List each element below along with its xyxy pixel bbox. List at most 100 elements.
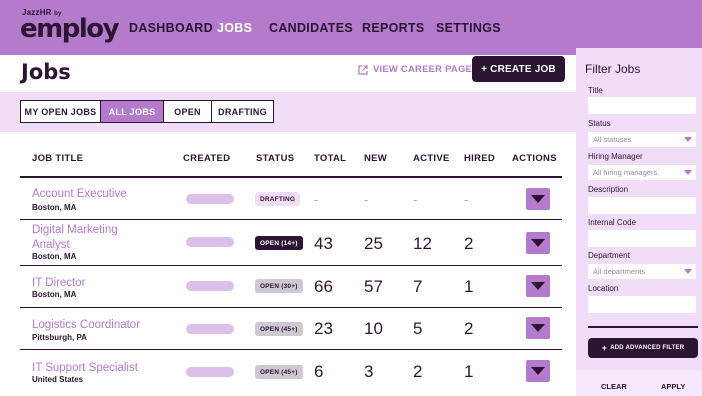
- created-date-placeholder: [186, 324, 234, 334]
- new-count: 10: [364, 319, 383, 338]
- actions-dropdown-button[interactable]: [526, 360, 550, 382]
- job-location: United States: [32, 375, 84, 384]
- filter-title-input[interactable]: [588, 97, 696, 114]
- job-title-link[interactable]: Logistics Coordinator: [32, 318, 140, 333]
- nav-candidates[interactable]: CANDIDATES: [269, 21, 353, 35]
- actions-dropdown-button[interactable]: [526, 275, 550, 297]
- column-total[interactable]: TOTAL: [314, 153, 346, 164]
- advanced-filter-label: ADD ADVANCED FILTER: [610, 345, 685, 351]
- filter-label-location: Location: [588, 284, 619, 293]
- actions-dropdown-button[interactable]: [526, 188, 550, 210]
- filter-label-title: Title: [588, 86, 603, 95]
- nav-jobs[interactable]: JOBS: [217, 21, 252, 35]
- tab-open[interactable]: OPEN: [164, 101, 212, 122]
- filter-location-input[interactable]: [588, 296, 696, 313]
- tab-all-jobs[interactable]: ALL JOBS: [101, 101, 164, 122]
- active-count: 12: [413, 234, 432, 253]
- top-navbar: JazzHR by employ DASHBOARD JOBS CANDIDAT…: [0, 0, 702, 55]
- filter-internal-code-input[interactable]: [588, 230, 696, 247]
- column-new[interactable]: NEW: [364, 153, 387, 164]
- hired-count: 2: [464, 234, 474, 253]
- filter-title: Filter Jobs: [585, 62, 641, 76]
- external-link-icon: [358, 64, 368, 75]
- created-date-placeholder: [186, 367, 234, 377]
- filter-hiring-manager-select[interactable]: All hiring managers: [588, 165, 696, 180]
- status-badge: OPEN (30+): [255, 279, 303, 293]
- filter-department-select[interactable]: All departments: [588, 264, 696, 279]
- chevron-down-icon: [684, 269, 692, 274]
- new-count: 3: [364, 362, 374, 381]
- hired-count: 2: [464, 319, 474, 338]
- clear-filters-button[interactable]: CLEAR: [601, 382, 627, 391]
- nav-settings[interactable]: SETTINGS: [436, 21, 501, 35]
- page-title: Jobs: [21, 60, 71, 84]
- create-job-button[interactable]: + CREATE JOB: [472, 56, 565, 82]
- status-badge: OPEN (45+): [255, 365, 303, 379]
- status-badge: OPEN (14+): [255, 236, 303, 250]
- column-job-title[interactable]: JOB TITLE: [32, 153, 83, 164]
- career-link-label: VIEW CAREER PAGE: [373, 64, 473, 75]
- created-date-placeholder: [186, 194, 234, 204]
- caret-down-icon: [531, 239, 545, 247]
- row-divider: [20, 219, 562, 220]
- filter-label-description: Description: [588, 185, 629, 194]
- filter-description-input[interactable]: [588, 197, 696, 214]
- job-title-link[interactable]: IT Director: [32, 276, 85, 291]
- total-count: 66: [314, 277, 333, 296]
- column-created[interactable]: CREATED: [183, 153, 230, 164]
- caret-down-icon: [531, 324, 545, 332]
- actions-dropdown-button[interactable]: [526, 232, 550, 254]
- new-count: -: [364, 192, 369, 207]
- chevron-down-icon: [684, 137, 692, 142]
- status-badge: DRAFTING: [255, 192, 301, 206]
- row-divider: [20, 307, 562, 308]
- total-count: -: [314, 192, 319, 207]
- row-divider: [20, 265, 562, 266]
- job-location: Pittsburgh, PA: [32, 333, 87, 342]
- table-header-divider: [20, 176, 562, 178]
- select-placeholder: All hiring managers: [593, 168, 658, 177]
- job-title-link[interactable]: IT Support Specialist: [32, 361, 138, 376]
- new-count: 57: [364, 277, 383, 296]
- filter-label-hiring-manager: Hiring Manager: [588, 152, 643, 161]
- nav-dashboard[interactable]: DASHBOARD: [129, 21, 213, 35]
- active-count: -: [413, 192, 418, 207]
- column-active[interactable]: ACTIVE: [413, 153, 450, 164]
- filter-label-department: Department: [588, 251, 630, 260]
- hired-count: 1: [464, 277, 474, 296]
- filter-label-internal-code: Internal Code: [588, 218, 637, 227]
- view-career-page-link[interactable]: VIEW CAREER PAGE: [358, 64, 472, 75]
- nav-reports[interactable]: REPORTS: [362, 21, 425, 35]
- filter-status-select[interactable]: All statuses: [588, 132, 696, 147]
- new-count: 25: [364, 234, 383, 253]
- select-placeholder: All departments: [593, 267, 646, 276]
- active-count: 7: [413, 277, 423, 296]
- job-location: Boston, MA: [32, 203, 77, 212]
- logo-name: employ: [20, 14, 120, 44]
- filter-divider: [588, 326, 698, 328]
- add-advanced-filter-button[interactable]: + ADD ADVANCED FILTER: [588, 338, 698, 358]
- column-actions: ACTIONS: [512, 153, 557, 164]
- job-title-link[interactable]: Account Executive: [32, 187, 127, 202]
- actions-dropdown-button[interactable]: [526, 317, 550, 339]
- total-count: 6: [314, 362, 324, 381]
- employ-logo[interactable]: JazzHR by employ: [20, 8, 120, 44]
- active-count: 2: [413, 362, 423, 381]
- job-location: Boston, MA: [32, 290, 77, 299]
- caret-down-icon: [531, 367, 545, 375]
- hired-count: 1: [464, 362, 474, 381]
- column-hired[interactable]: HIRED: [464, 153, 495, 164]
- job-title-link[interactable]: Digital Marketing Analyst: [32, 223, 142, 253]
- column-status[interactable]: STATUS: [256, 153, 294, 164]
- row-divider: [20, 349, 562, 350]
- filter-sidebar: Filter Jobs Title Status All statuses Hi…: [576, 48, 702, 396]
- filter-label-status: Status: [588, 119, 611, 128]
- apply-filters-button[interactable]: APPLY: [661, 382, 685, 391]
- tab-drafting[interactable]: DRAFTING: [212, 101, 273, 122]
- active-count: 5: [413, 319, 423, 338]
- chevron-down-icon: [684, 170, 692, 175]
- caret-down-icon: [531, 282, 545, 290]
- job-location: Boston, MA: [32, 252, 77, 261]
- tab-my-open-jobs[interactable]: MY OPEN JOBS: [21, 101, 101, 122]
- total-count: 43: [314, 234, 333, 253]
